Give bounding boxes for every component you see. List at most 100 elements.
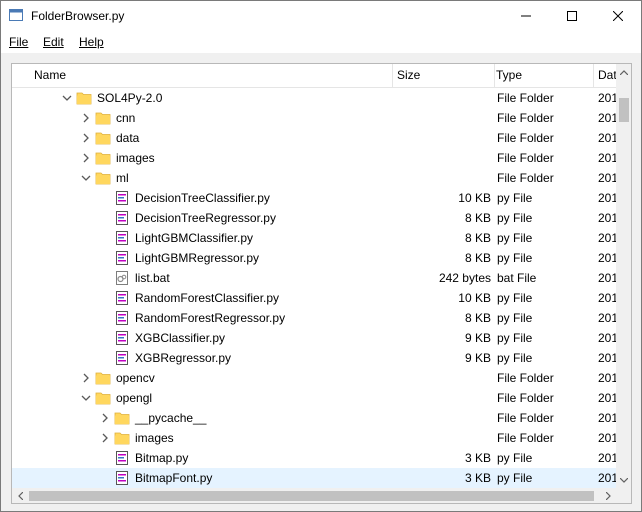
scroll-up-button[interactable] bbox=[616, 64, 631, 80]
tree-row-type: py File bbox=[497, 251, 533, 265]
tree-row-name: DecisionTreeClassifier.py bbox=[135, 191, 270, 205]
tree-row-name: LightGBMClassifier.py bbox=[135, 231, 254, 245]
tree-row-date: 201 bbox=[598, 211, 616, 225]
app-window: FolderBrowser.py File Edit Help Name Siz… bbox=[0, 0, 642, 512]
tree-row-name: ml bbox=[116, 171, 129, 185]
folder-icon bbox=[95, 130, 111, 146]
chevron-down-icon[interactable] bbox=[61, 92, 73, 104]
tree-row-name: images bbox=[135, 431, 174, 445]
scroll-down-button[interactable] bbox=[616, 472, 631, 488]
tree-row-size: 9 KB bbox=[464, 351, 491, 365]
tree-row-date: 201 bbox=[598, 411, 616, 425]
python-file-icon bbox=[114, 210, 130, 226]
maximize-button[interactable] bbox=[549, 1, 595, 31]
tree-row-name: __pycache__ bbox=[135, 411, 207, 425]
chevron-right-icon[interactable] bbox=[99, 412, 111, 424]
tree-row-folder[interactable]: data File Folder 201 bbox=[12, 128, 616, 148]
tree-row-file[interactable]: list.bat 242 bytes bat File 201 bbox=[12, 268, 616, 288]
tree-row-type: File Folder bbox=[497, 131, 554, 145]
tree-row-file[interactable]: RandomForestRegressor.py 8 KB py File 201 bbox=[12, 308, 616, 328]
column-header-date[interactable]: Dat bbox=[593, 64, 616, 88]
column-header-name[interactable]: Name bbox=[29, 64, 392, 88]
menu-bar: File Edit Help bbox=[1, 31, 641, 53]
folder-tree-view[interactable]: Name Size Type Dat SOL4Py-2.0 File Folder… bbox=[11, 63, 632, 504]
tree-row-size: 242 bytes bbox=[438, 271, 491, 285]
chevron-down-icon[interactable] bbox=[80, 392, 92, 404]
tree-row-folder[interactable]: __pycache__ File Folder 201 bbox=[12, 408, 616, 428]
tree-row-size: 8 KB bbox=[464, 211, 491, 225]
tree-row-name: data bbox=[116, 131, 140, 145]
folder-icon bbox=[95, 170, 111, 186]
tree-row-date: 201 bbox=[598, 131, 616, 145]
chevron-right-icon[interactable] bbox=[99, 432, 111, 444]
tree-row-type: py File bbox=[497, 331, 533, 345]
tree-row-date: 201 bbox=[598, 91, 616, 105]
minimize-button[interactable] bbox=[503, 1, 549, 31]
horizontal-scrollbar[interactable] bbox=[12, 488, 616, 503]
tree-row-name: opengl bbox=[116, 391, 153, 405]
column-header-type[interactable]: Type bbox=[491, 64, 593, 88]
tree-row-date: 201 bbox=[598, 231, 616, 245]
chevron-right-icon[interactable] bbox=[80, 372, 92, 384]
tree-row-type: File Folder bbox=[497, 411, 554, 425]
tree-row-file[interactable]: XGBClassifier.py 9 KB py File 201 bbox=[12, 328, 616, 348]
horizontal-scroll-thumb[interactable] bbox=[29, 491, 594, 501]
column-name-label: Name bbox=[34, 68, 67, 82]
tree-row-type: File Folder bbox=[497, 171, 554, 185]
tree-row-size: 8 KB bbox=[464, 251, 491, 265]
tree-row-folder[interactable]: images File Folder 201 bbox=[12, 148, 616, 168]
tree-row-name: BitmapFont.py bbox=[135, 471, 213, 485]
tree-row-folder[interactable]: opengl File Folder 201 bbox=[12, 388, 616, 408]
chevron-left-icon bbox=[17, 492, 23, 500]
tree-row-file[interactable]: LightGBMRegressor.py 8 KB py File 201 bbox=[12, 248, 616, 268]
menu-edit[interactable]: Edit bbox=[43, 35, 64, 49]
column-header-size[interactable]: Size bbox=[392, 64, 494, 88]
tree-row-type: File Folder bbox=[497, 111, 554, 125]
tree-row-type: py File bbox=[497, 351, 533, 365]
tree-row-name: list.bat bbox=[135, 271, 170, 285]
tree-row-folder[interactable]: opencv File Folder 201 bbox=[12, 368, 616, 388]
tree-row-file[interactable]: XGBRegressor.py 9 KB py File 201 bbox=[12, 348, 616, 368]
tree-row-file[interactable]: DecisionTreeClassifier.py 10 KB py File 201 bbox=[12, 188, 616, 208]
scroll-right-button[interactable] bbox=[600, 488, 616, 503]
tree-row-size: 3 KB bbox=[464, 471, 491, 485]
chevron-down-icon bbox=[620, 477, 628, 483]
tree-row-date: 201 bbox=[598, 111, 616, 125]
chevron-right-icon[interactable] bbox=[80, 152, 92, 164]
tree-row-folder[interactable]: images File Folder 201 bbox=[12, 428, 616, 448]
chevron-right-icon[interactable] bbox=[80, 112, 92, 124]
tree-row-type: File Folder bbox=[497, 391, 554, 405]
tree-row-file[interactable]: LightGBMClassifier.py 8 KB py File 201 bbox=[12, 228, 616, 248]
python-file-icon bbox=[114, 290, 130, 306]
tree-row-name: RandomForestClassifier.py bbox=[135, 291, 280, 305]
tree-row-file[interactable]: Bitmap.py 3 KB py File 201 bbox=[12, 448, 616, 468]
chevron-down-icon[interactable] bbox=[80, 172, 92, 184]
tree-row-folder[interactable]: cnn File Folder 201 bbox=[12, 108, 616, 128]
tree-row-name: SOL4Py-2.0 bbox=[97, 91, 163, 105]
folder-icon bbox=[114, 430, 130, 446]
batch-file-icon bbox=[114, 270, 130, 286]
folder-icon bbox=[95, 390, 111, 406]
tree-row-file[interactable]: DecisionTreeRegressor.py 8 KB py File 201 bbox=[12, 208, 616, 228]
tree-row-folder[interactable]: SOL4Py-2.0 File Folder 201 bbox=[12, 88, 616, 108]
chevron-right-icon bbox=[605, 492, 611, 500]
scrollbar-corner bbox=[616, 488, 631, 503]
vertical-scrollbar[interactable] bbox=[616, 64, 631, 488]
tree-row-type: py File bbox=[497, 291, 533, 305]
chevron-right-icon[interactable] bbox=[80, 132, 92, 144]
close-button[interactable] bbox=[595, 1, 641, 31]
menu-file[interactable]: File bbox=[9, 35, 28, 49]
title-bar[interactable]: FolderBrowser.py bbox=[1, 1, 641, 31]
tree-rows: SOL4Py-2.0 File Folder 201 cnn File Folder 20… bbox=[12, 88, 616, 488]
tree-row-file[interactable]: BitmapFont.py 3 KB py File 201 bbox=[12, 468, 616, 488]
tree-row-type: py File bbox=[497, 451, 533, 465]
folder-icon bbox=[95, 110, 111, 126]
tree-row-name: opencv bbox=[116, 371, 155, 385]
tree-row-date: 201 bbox=[598, 171, 616, 185]
tree-row-file[interactable]: RandomForestClassifier.py 10 KB py File 201 bbox=[12, 288, 616, 308]
scroll-left-button[interactable] bbox=[12, 488, 28, 503]
vertical-scroll-thumb[interactable] bbox=[619, 98, 629, 122]
menu-help[interactable]: Help bbox=[79, 35, 104, 49]
python-file-icon bbox=[114, 230, 130, 246]
tree-row-folder[interactable]: ml File Folder 201 bbox=[12, 168, 616, 188]
